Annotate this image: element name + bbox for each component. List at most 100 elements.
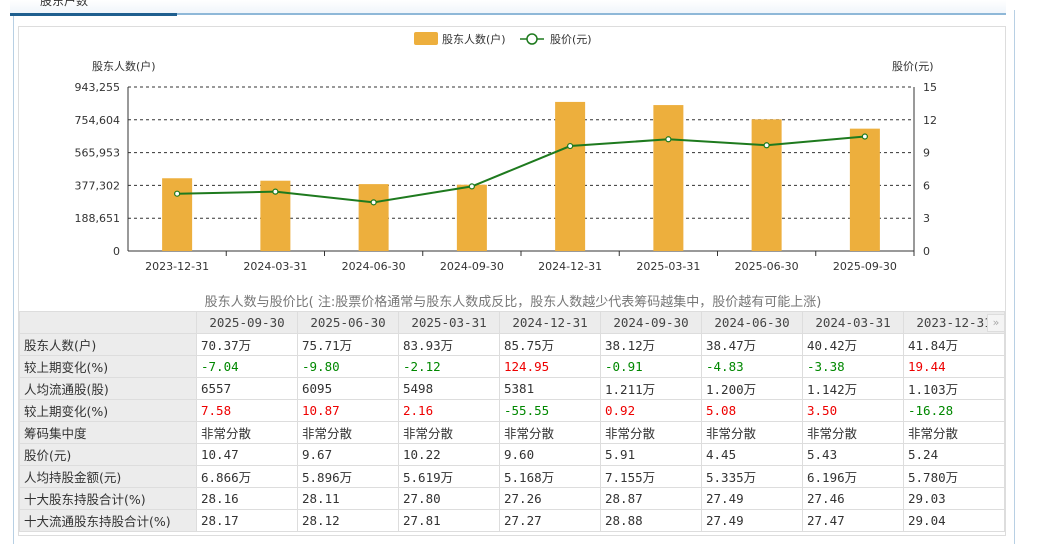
table-cell: 9.60 [499, 443, 601, 466]
x-tick-label: 2023-12-31 [145, 260, 209, 273]
table-cell: 38.47万 [701, 333, 803, 356]
table-cell: 7.155万 [600, 465, 702, 488]
table-cell: -3.38 [802, 355, 904, 378]
left-tick-label: 943,255 [75, 81, 121, 94]
legend-line-marker [526, 33, 538, 45]
table-cell: 2.16 [398, 399, 500, 422]
right-tick-label: 15 [923, 81, 937, 94]
scroll-right-button[interactable]: » [987, 314, 1005, 332]
price-point[interactable] [763, 142, 770, 149]
column-header: 2025-06-30 [297, 311, 399, 334]
column-header: 2024-03-31 [802, 311, 904, 334]
bar-holders[interactable] [555, 101, 586, 251]
right-tick-label: 6 [923, 179, 930, 192]
table-cell: 5498 [398, 377, 500, 400]
table-cell: -9.80 [297, 355, 399, 378]
x-tick-label: 2024-03-31 [243, 260, 307, 273]
row-label: 较上期变化(%) [19, 355, 197, 378]
table-cell: 38.12万 [600, 333, 702, 356]
table-row: 十大股东持股合计(%) 28.16 28.11 27.80 27.26 28.87 27.4… [19, 487, 1005, 510]
holders-price-chart: 股东人数(户) 股价(元) 股东人数(户) 股价(元) 0 0 188,651 3 37… [75, 32, 937, 273]
right-tick-label: 9 [923, 147, 930, 160]
column-header: 2024-12-31 [499, 311, 601, 334]
bar-holders[interactable] [849, 128, 880, 251]
left-tick-label: 754,604 [75, 114, 121, 127]
table-cell: 27.26 [499, 487, 601, 510]
table-cell: 27.80 [398, 487, 500, 510]
table-cell: 1.103万 [903, 377, 1005, 400]
table-cell: -7.04 [196, 355, 298, 378]
table-cell: 5.91 [600, 443, 702, 466]
legend-holders[interactable]: 股东人数(户) [442, 32, 506, 46]
price-point[interactable] [174, 190, 181, 197]
row-label: 十大股东持股合计(%) [19, 487, 197, 510]
table-row: 十大流通股东持股合计(%) 28.17 28.12 27.81 27.27 28.88 27… [19, 509, 1005, 532]
bar-holders[interactable] [653, 105, 684, 251]
table-cell: 124.95 [499, 355, 601, 378]
table-cell: -55.55 [499, 399, 601, 422]
table-cell: 非常分散 [701, 421, 803, 444]
price-point[interactable] [665, 136, 672, 143]
table-cell: -4.83 [701, 355, 803, 378]
x-tick-label: 2024-09-30 [440, 260, 504, 273]
table-cell: 5.335万 [701, 465, 803, 488]
table-cell: 5381 [499, 377, 601, 400]
table-cell: 19.44 [903, 355, 1005, 378]
row-label: 人均持股金额(元) [19, 465, 197, 488]
legend-price[interactable]: 股价(元) [550, 33, 592, 46]
table-cell: 5.896万 [297, 465, 399, 488]
table-cell: 10.87 [297, 399, 399, 422]
left-axis-title: 股东人数(户) [92, 59, 156, 73]
table-cell: 27.81 [398, 509, 500, 532]
table-cell: 70.37万 [196, 333, 298, 356]
table-cell: 28.17 [196, 509, 298, 532]
table-row: 较上期变化(%) -7.04 -9.80 -2.12 124.95 -0.91 -4.83-… [19, 355, 1005, 378]
table-cell: 29.03 [903, 487, 1005, 510]
table-cell: 27.46 [802, 487, 904, 510]
price-point[interactable] [272, 188, 279, 195]
table-cell: 6557 [196, 377, 298, 400]
table-cell: 1.211万 [600, 377, 702, 400]
table-cell: 非常分散 [297, 421, 399, 444]
chart-legend: 股东人数(户) 股价(元) [414, 32, 592, 46]
table-cell: 29.04 [903, 509, 1005, 532]
table-cell: 41.84万 [903, 333, 1005, 356]
table-cell: 6.196万 [802, 465, 904, 488]
table-cell: 4.45 [701, 443, 803, 466]
table-cell: 28.87 [600, 487, 702, 510]
price-point[interactable] [861, 133, 868, 140]
table-cell: 27.47 [802, 509, 904, 532]
row-label: 较上期变化(%) [19, 399, 197, 422]
table-cell: 85.75万 [499, 333, 601, 356]
table-cell: 83.93万 [398, 333, 500, 356]
row-label: 筹码集中度 [19, 421, 197, 444]
table-cell: -2.12 [398, 355, 500, 378]
bar-holders[interactable] [751, 119, 782, 251]
column-header: 2024-06-30 [701, 311, 803, 334]
table-cell: 非常分散 [499, 421, 601, 444]
column-header: 2025-09-30 [196, 311, 298, 334]
table-cell: 非常分散 [600, 421, 702, 444]
right-tick-label: 0 [923, 245, 930, 258]
legend-bar-swatch [414, 32, 438, 45]
left-tick-label: 565,953 [75, 147, 121, 160]
column-header: 2024-09-30 [600, 311, 702, 334]
right-tick-label: 12 [923, 114, 937, 127]
x-tick-label: 2025-09-30 [833, 260, 897, 273]
price-point[interactable] [370, 199, 377, 206]
table-cell: 5.08 [701, 399, 803, 422]
price-point[interactable] [567, 142, 574, 150]
table-row: 股价(元) 10.47 9.67 10.22 9.60 5.91 4.45 5.43 5.24 [19, 443, 1005, 466]
price-point[interactable] [468, 183, 475, 190]
table-cell: 27.49 [701, 487, 803, 510]
x-tick-label: 2024-12-31 [538, 260, 602, 273]
bar-holders[interactable] [162, 178, 193, 251]
right-tick-label: 3 [923, 212, 930, 225]
table-cell: -0.91 [600, 355, 702, 378]
bar-holders[interactable] [358, 184, 389, 251]
row-label: 人均流通股(股) [19, 377, 197, 400]
bar-holders[interactable] [456, 184, 487, 251]
row-label: 股价(元) [19, 443, 197, 466]
table-cell: 28.16 [196, 487, 298, 510]
table-corner [19, 311, 197, 334]
